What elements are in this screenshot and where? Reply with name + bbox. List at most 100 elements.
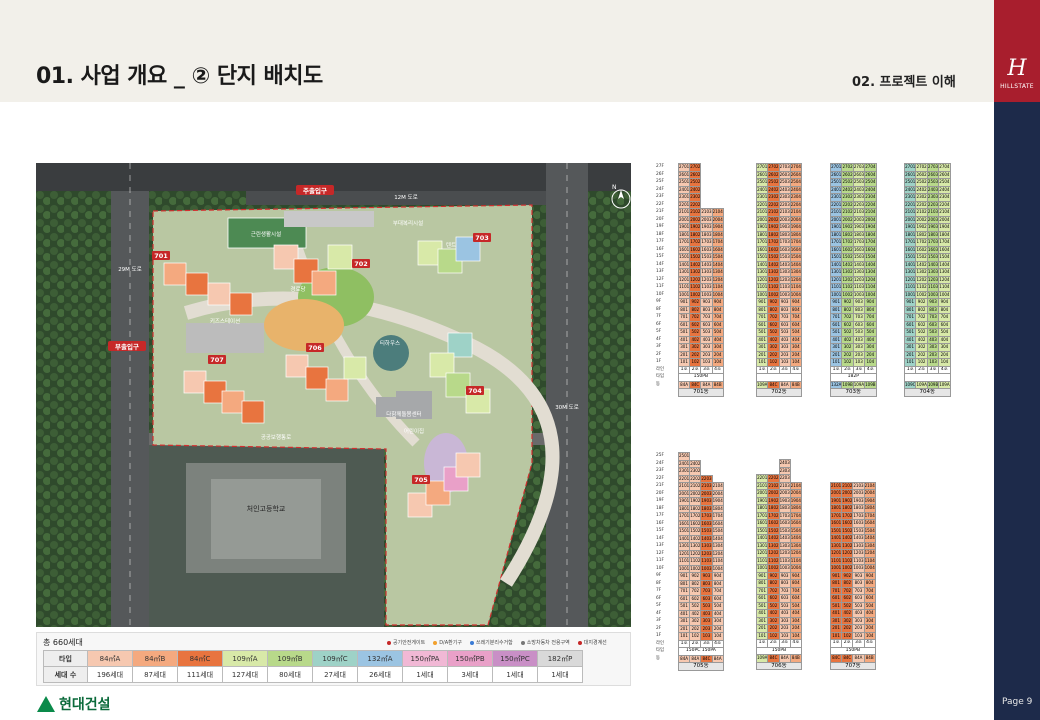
unit-cell: 204 (711, 350, 724, 359)
unit-cell: 1702 (689, 512, 702, 521)
unit-cell: 901 (755, 571, 769, 580)
unit-cell (712, 460, 723, 468)
unit-cell: 1404 (711, 260, 724, 269)
legend-label: 공기안전게이트 (393, 640, 426, 646)
unit-cell: 2003 (852, 215, 866, 224)
unit-cell: 2101 (755, 208, 769, 217)
unit-cell: 102 (841, 358, 854, 367)
type-cell: 84B (789, 654, 802, 663)
unit-cell: 701 (829, 313, 843, 322)
unit-cell: 1403 (852, 260, 866, 269)
unit-cell: 101 (677, 358, 691, 367)
unit-cell: 903 (778, 298, 791, 307)
unit-cell: 1603 (700, 245, 713, 254)
unit-cell: 704 (789, 313, 802, 322)
unit-cell: 1803 (852, 504, 865, 513)
type-cell: 109B (864, 380, 877, 389)
unit-cell: 901 (829, 298, 843, 307)
unit-cell: 1601 (755, 245, 769, 254)
unit-cell: 601 (829, 320, 843, 329)
unit-cell: 1704 (789, 511, 802, 520)
unit-cell: 1001 (903, 290, 917, 299)
unit-cell: 1901 (829, 496, 843, 505)
school-label: 처인고등학교 (247, 504, 286, 513)
unit-cell: 204 (864, 350, 877, 359)
unit-cell: 1604 (938, 245, 951, 254)
unit-cell: 1703 (700, 238, 713, 247)
unit-cell: 1902 (689, 497, 702, 506)
unit-cell: 1004 (711, 564, 724, 573)
unit-cell: 203 (852, 350, 866, 359)
unit-cell: 1503 (778, 253, 791, 262)
unit-cell: 2403 (852, 185, 866, 194)
type-cell: 84A (700, 380, 713, 389)
unit-cell: 1402 (915, 260, 928, 269)
unit-cell: 2704 (938, 163, 951, 172)
unit-cell: 2601 (903, 170, 917, 179)
unit-count-cell: 26세대 (357, 666, 403, 683)
unit-cell: 2601 (677, 170, 691, 179)
line-cell: 4호 (863, 639, 876, 648)
unit-cell: 1401 (677, 260, 691, 269)
unit-cell: 2004 (863, 489, 876, 498)
unit-cell: 302 (841, 616, 854, 625)
unit-cell: 1103 (700, 557, 713, 566)
unit-cell: 801 (903, 305, 917, 314)
line-cell: 2호 (767, 365, 780, 374)
unit-cell: 1602 (689, 245, 702, 254)
unit-cell: 1501 (755, 526, 769, 535)
unit-cell: 404 (789, 335, 802, 344)
unit-cell: 1702 (767, 511, 780, 520)
unit-cell: 101 (903, 358, 917, 367)
unit-count-cell: 196세대 (87, 666, 133, 683)
floor-stack-table: 2701 2702 2703 2704 2601 2602 2603 2604 2501 2502… (755, 163, 802, 397)
type-cell: 109B (926, 380, 940, 389)
type-cell: 109A (755, 654, 769, 663)
unit-cell: 1402 (841, 260, 854, 269)
unit-cell: 2404 (938, 185, 951, 194)
unit-cell: 2403 (778, 459, 791, 468)
unit-cell: 2102 (767, 208, 780, 217)
unit-cell: 804 (863, 579, 876, 588)
senior-center-label: 경로당 (290, 286, 305, 293)
unit-cell: 2502 (841, 178, 854, 187)
unit-cell: 304 (789, 616, 802, 625)
type-cell: 109A (915, 380, 928, 389)
unit-cell: 1003 (926, 290, 940, 299)
unit-cell: 303 (852, 343, 866, 352)
unit-cell: 502 (841, 328, 854, 337)
unit-cell: 103 (852, 631, 865, 640)
unit-cell: 2203 (778, 200, 791, 209)
unit-cell: 1404 (864, 260, 877, 269)
legend-item: 대지경계선 (577, 639, 607, 646)
unit-cell: 504 (938, 328, 951, 337)
header-bar: 01. 사업 개요 _ ② 단지 배치도 02. 프로젝트 이해 (0, 0, 994, 102)
unit-cell (768, 460, 779, 468)
unit-cell: 2201 (755, 200, 769, 209)
unit-cell: 103 (700, 358, 713, 367)
unit-cell: 903 (852, 571, 865, 580)
unit-count-cell: 111세대 (177, 666, 223, 683)
floor-stack-table: 2701 2702 2601 2602 2501 2502 2401 2402 2301 2302… (677, 163, 724, 397)
unit-cell: 1101 (677, 557, 691, 566)
unit-cell: 1203 (700, 275, 713, 284)
unit-cell: 1001 (829, 564, 843, 573)
unit-cell: 701 (755, 586, 769, 595)
legend-label: 소방차동차 전용구역 (526, 640, 570, 646)
unit-cell: 1804 (864, 230, 877, 239)
unit-cell: 704 (863, 586, 876, 595)
unit-cell: 2002 (841, 489, 854, 498)
unit-cell: 1002 (689, 564, 702, 573)
unit-cell: 2002 (767, 489, 780, 498)
unit-cell: 201 (677, 624, 691, 633)
line-cell: 3호 (700, 639, 713, 648)
unit-cell: 1201 (829, 275, 843, 284)
unit-cell: 2403 (778, 185, 791, 194)
unit-cell: 1203 (926, 275, 940, 284)
unit-cell: 703 (778, 313, 791, 322)
unit-cell: 1503 (700, 253, 713, 262)
sports-label: 텐트 (446, 241, 456, 249)
unit-cell: 1201 (677, 275, 691, 284)
unit-cell: 1204 (711, 549, 724, 558)
unit-cell: 1204 (864, 275, 877, 284)
